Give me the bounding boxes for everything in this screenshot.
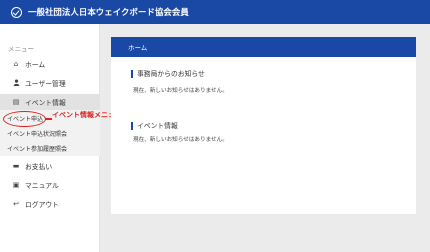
logout-icon: ↩ [13,199,19,208]
home-panel: ホーム 事務局からのお知らせ 現在、新しいお知らせはありません。 イベント情報 … [111,37,416,214]
section-body-event-info: 現在、新しいお知らせはありません。 [133,137,228,143]
book-icon: ▣ [12,180,20,189]
sidebar-item-label: ユーザー管理 [25,80,66,88]
list-icon: ▤ [12,97,20,106]
sidebar-item-event-info[interactable]: ▤ イベント情報 [0,94,100,110]
annotation-circle [3,111,46,127]
submenu-item-apply-status[interactable]: イベント申込状況照会 [7,129,67,138]
sidebar-item-label: イベント情報 [25,99,66,107]
sidebar-item-label: マニュアル [25,182,59,190]
sidebar-item-label: ログアウト [25,201,59,209]
sidebar: メニュー ⌂ ホーム ユーザー管理 ▤ イベント情報 イベント申込 イベント申込… [0,24,100,252]
section-title-office-notice: 事務局からのお知らせ [131,70,205,78]
card-icon: ▬ [12,161,20,170]
menu-title: メニュー [8,45,34,53]
annotation-pointer [45,118,52,120]
sidebar-item-payment[interactable]: ▬ お支払い [0,158,100,174]
sidebar-item-label: ホーム [25,61,46,69]
check-circle-logo-icon [11,6,22,18]
home-icon: ⌂ [13,59,19,68]
user-icon [10,78,22,88]
section-body-office-notice: 現在、新しいお知らせはありません。 [133,88,228,94]
panel-title: ホーム [111,37,416,57]
top-header: 一般社団法人日本ウェイクボード協会会員 [0,0,430,24]
organization-name: 一般社団法人日本ウェイクボード協会会員 [28,7,189,17]
submenu-item-participation-history[interactable]: イベント参加履歴照会 [7,144,67,153]
section-title-event-info: イベント情報 [131,122,178,130]
sidebar-item-label: お支払い [25,163,53,171]
sidebar-item-home[interactable]: ⌂ ホーム [0,56,100,72]
sidebar-item-user-management[interactable]: ユーザー管理 [0,75,100,91]
sidebar-item-manual[interactable]: ▣ マニュアル [0,177,100,193]
sidebar-item-logout[interactable]: ↩ ログアウト [0,196,100,212]
